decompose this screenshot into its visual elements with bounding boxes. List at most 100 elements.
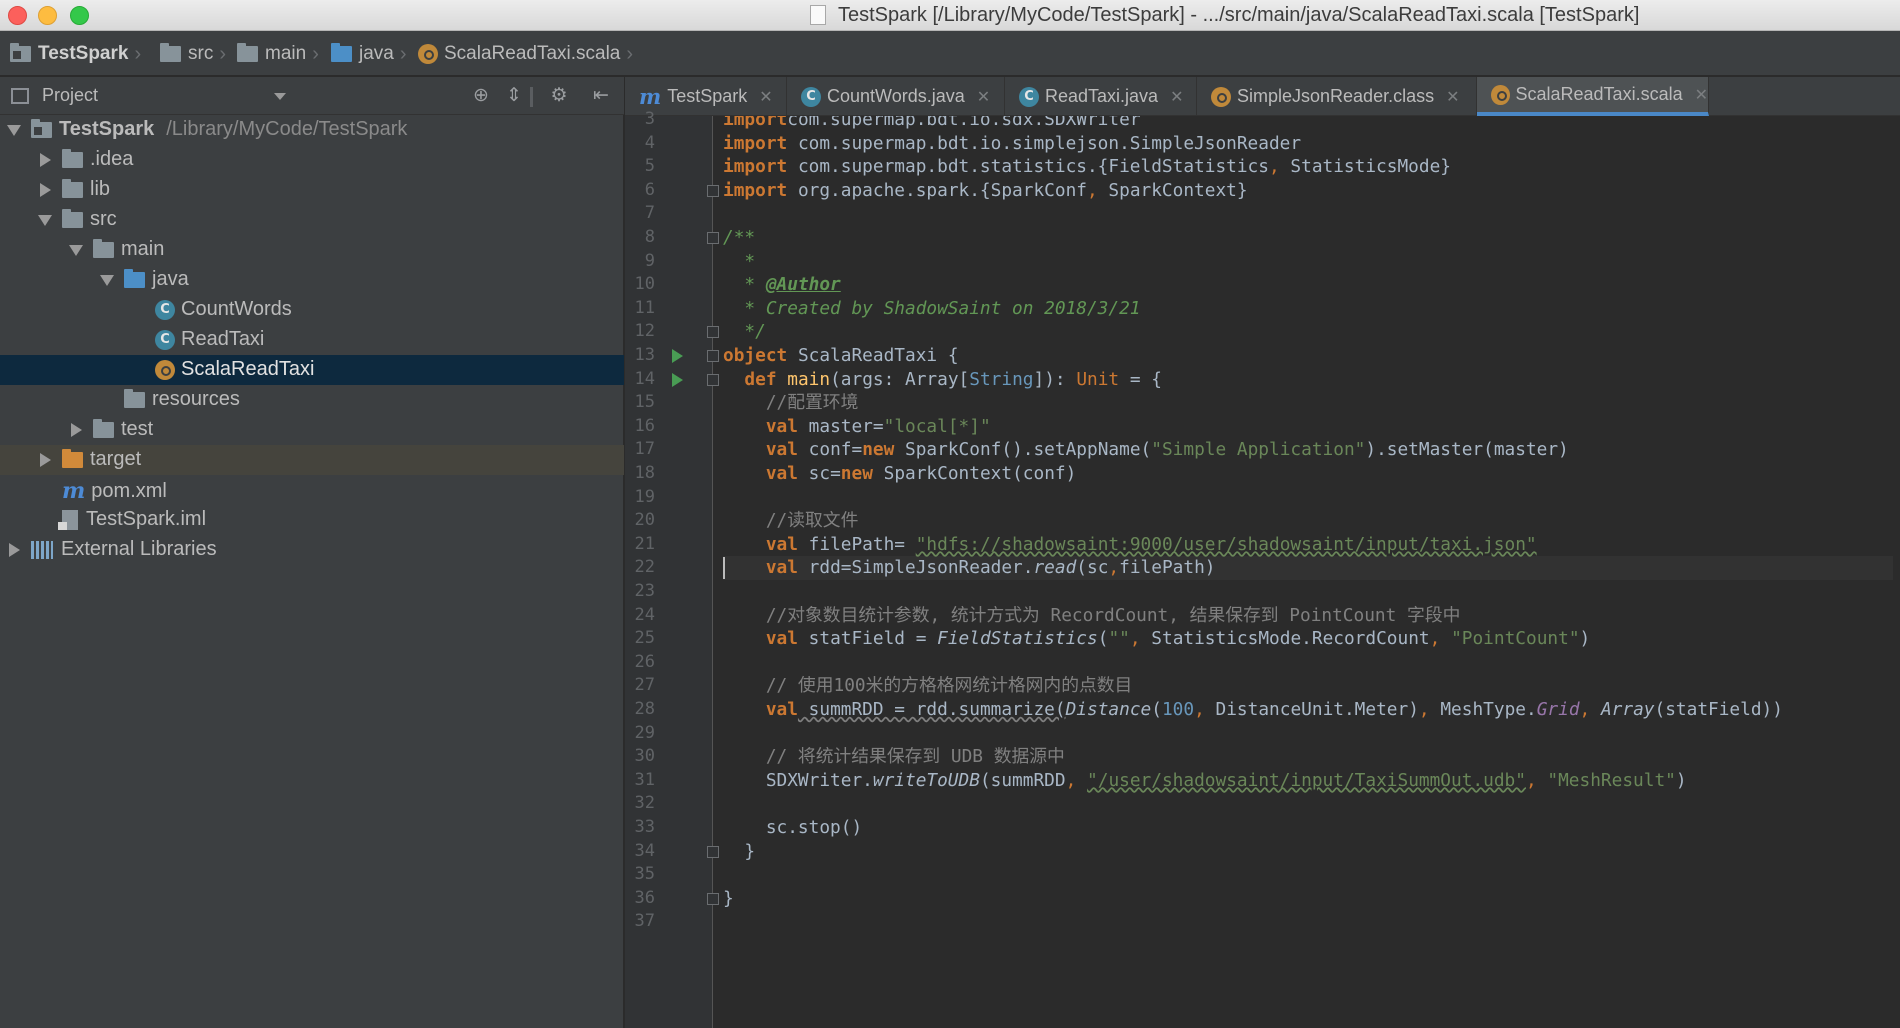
folder-icon — [62, 178, 83, 198]
project-panel-title[interactable]: Project — [42, 85, 98, 106]
tree-item[interactable]: test — [0, 415, 624, 445]
chevron-right-icon: › — [312, 42, 319, 65]
expand-arrow-down-icon[interactable] — [100, 275, 114, 286]
scala-object-icon — [155, 359, 175, 380]
code-editor[interactable]: importcom.supermap.bdt.io.sdx.SDXWriter i… — [723, 116, 1893, 1028]
chevron-right-icon: › — [399, 42, 407, 65]
editor-area: m TestSpark ✕ C CountWords.java ✕ C ReadTaxi.ja… — [625, 77, 1900, 1028]
fold-marker-icon[interactable] — [707, 373, 719, 386]
gear-icon[interactable]: ⚙ — [548, 85, 570, 107]
tree-item[interactable]: main — [0, 235, 624, 265]
line-number: 9 — [644, 250, 655, 271]
tree-item[interactable]: ScalaReadTaxi — [0, 355, 624, 385]
hide-panel-icon[interactable]: ⇤ — [590, 85, 612, 107]
window-minimize-button[interactable] — [38, 6, 57, 25]
collapse-all-icon[interactable]: ⇕ — [503, 85, 525, 107]
close-icon[interactable]: ✕ — [1695, 85, 1708, 105]
tree-item-label: resources — [152, 388, 240, 410]
fold-marker-icon[interactable] — [707, 326, 719, 339]
line-number: 33 — [634, 817, 655, 837]
editor-tab-label: ReadTaxi.java — [1045, 86, 1159, 106]
tree-item[interactable]: java — [0, 265, 624, 295]
code-line: def main(args: Array[String]): Unit = { — [723, 368, 1162, 392]
window-close-button[interactable] — [8, 6, 27, 25]
tree-item[interactable]: target — [0, 445, 624, 475]
close-icon[interactable]: ✕ — [1446, 87, 1459, 107]
line-number: 3 — [644, 109, 655, 129]
code-token: "MeshResult" — [1547, 769, 1676, 791]
fold-marker-icon[interactable] — [707, 892, 719, 905]
code-token: Grid — [1536, 699, 1580, 720]
expand-arrow-down-icon[interactable] — [38, 215, 52, 226]
code-token: "hdfs://shadowsaint:9000/user/shadowsain… — [915, 533, 1537, 555]
tree-item[interactable]: TestSpark/Library/MyCode/TestSpark — [0, 115, 624, 145]
line-number: 17 — [634, 439, 655, 460]
breadcrumb-item[interactable]: java › — [331, 42, 407, 66]
tree-item[interactable]: lib — [0, 175, 624, 205]
fold-marker-icon[interactable] — [707, 184, 719, 197]
locate-icon[interactable]: ⊕ — [470, 85, 492, 107]
expand-arrow-right-icon[interactable] — [71, 423, 82, 437]
editor-tab-label: ScalaReadTaxi.scala — [1515, 84, 1683, 104]
line-number: 25 — [634, 628, 655, 649]
tree-item[interactable]: .idea — [0, 145, 624, 175]
code-token: //对象数目统计参数, 统计方式为 RecordCount, 结果保存到 Poi… — [723, 604, 1461, 626]
tree-item[interactable]: resources — [0, 385, 624, 415]
expand-arrow-right-icon[interactable] — [9, 543, 20, 557]
breadcrumb-item[interactable]: TestSpark › — [10, 42, 141, 66]
code-line: val conf=new SparkConf().setAppName("Sim… — [723, 438, 1569, 462]
editor-tab[interactable]: ScalaReadTaxi.scala ✕ — [1477, 77, 1709, 116]
chevron-down-icon[interactable] — [274, 93, 286, 100]
code-token: rdd=SimpleJsonReader. — [797, 557, 1034, 579]
close-icon[interactable]: ✕ — [759, 87, 772, 107]
code-token: sc.stop() — [723, 817, 863, 838]
expand-arrow-down-icon[interactable] — [7, 125, 21, 136]
code-token: , — [1268, 156, 1280, 178]
chevron-right-icon: › — [219, 42, 226, 65]
fold-marker-icon[interactable] — [707, 350, 719, 362]
code-line: //配置环境 — [723, 391, 859, 415]
close-icon[interactable]: ✕ — [1170, 87, 1183, 107]
close-icon[interactable]: ✕ — [977, 87, 990, 107]
iml-file-icon — [58, 509, 78, 530]
fold-marker-icon[interactable] — [707, 232, 719, 244]
tree-item[interactable]: m pom.xml — [0, 475, 624, 505]
code-line: importcom.supermap.bdt.io.sdx.SDXWriter — [723, 116, 1141, 132]
tree-item[interactable]: C ReadTaxi — [0, 325, 624, 355]
breadcrumb-item[interactable]: main › — [237, 42, 319, 66]
breadcrumb-item[interactable]: src › — [160, 42, 226, 66]
maven-icon: m — [62, 478, 86, 504]
code-token: val — [765, 699, 798, 720]
tree-item[interactable]: External Libraries — [0, 535, 624, 565]
run-gutter-icon[interactable] — [672, 349, 683, 363]
run-gutter-icon[interactable] — [672, 372, 683, 387]
code-token: */ — [723, 321, 766, 343]
breadcrumb-label: java — [359, 43, 394, 64]
code-token: //配置环境 — [723, 392, 859, 414]
expand-arrow-right-icon[interactable] — [40, 183, 51, 197]
project-panel: Project ⊕ ⇕ ⚙ ⇤ TestSpark/Library/MyCode… — [0, 77, 624, 1028]
breadcrumb-item[interactable]: ScalaReadTaxi.scala › — [418, 42, 633, 66]
window-maximize-button[interactable] — [70, 6, 89, 25]
folder-icon — [93, 418, 114, 438]
editor-tab[interactable]: C ReadTaxi.java ✕ — [1005, 77, 1197, 116]
expand-arrow-right-icon[interactable] — [40, 453, 51, 467]
editor-tab[interactable]: C CountWords.java ✕ — [787, 77, 1005, 116]
line-number: 23 — [634, 581, 655, 601]
code-line: * @Author — [723, 273, 840, 297]
code-token: DistanceUnit.Meter) — [1204, 699, 1419, 720]
line-number: 20 — [634, 510, 655, 531]
expand-arrow-down-icon[interactable] — [69, 245, 83, 256]
code-token: main — [776, 368, 831, 390]
code-token: val — [765, 628, 798, 650]
fold-marker-icon[interactable] — [707, 845, 719, 858]
folder-icon — [160, 43, 181, 62]
tree-item[interactable]: C CountWords — [0, 295, 624, 325]
tree-item[interactable]: src — [0, 205, 624, 235]
expand-arrow-right-icon[interactable] — [40, 153, 51, 167]
editor-tab[interactable]: SimpleJsonReader.class ✕ — [1197, 77, 1477, 116]
tree-item[interactable]: TestSpark.iml — [0, 505, 624, 535]
ide-window: TestSpark [/Library/MyCode/TestSpark] - … — [0, 0, 1900, 1028]
